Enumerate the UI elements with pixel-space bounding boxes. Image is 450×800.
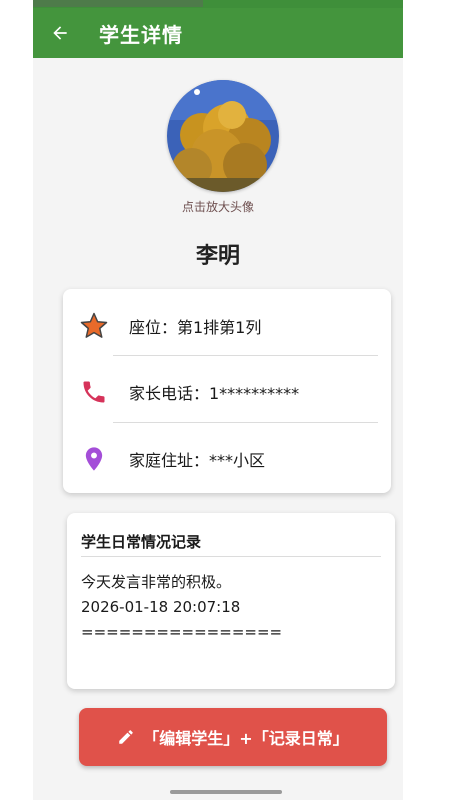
- status-bar: [33, 0, 403, 8]
- seat-row: 座位：第1排第1列: [63, 293, 391, 359]
- daily-record-card: 学生日常情况记录 今天发言非常的积极。 2026-01-18 20:07:18 …: [67, 513, 395, 689]
- page-title: 学生详情: [99, 22, 183, 47]
- info-card: 座位：第1排第1列 家长电话：1********** 家庭住址：***小区: [63, 289, 391, 493]
- avatar-zoom-hint[interactable]: 点击放大头像: [33, 198, 403, 215]
- seat-text: 座位：第1排第1列: [129, 318, 262, 337]
- parent-phone-text: 家长电话：1**********: [129, 384, 300, 403]
- phone-row[interactable]: 家长电话：1**********: [63, 359, 391, 425]
- record-separator: ================: [81, 623, 283, 641]
- divider: [113, 422, 378, 423]
- app-screen: 学生详情 点击放大头像 李明 座位：第1排第1列 家长电话：1*********…: [33, 0, 403, 800]
- action-button-label: 「编辑学生」+「记录日常」: [143, 729, 349, 748]
- back-button[interactable]: [33, 8, 87, 58]
- avatar-image: [167, 80, 279, 192]
- pencil-icon: [117, 728, 135, 746]
- app-bar: 学生详情: [33, 8, 403, 58]
- location-pin-icon: [77, 442, 111, 476]
- divider: [113, 355, 378, 356]
- student-name: 李明: [195, 244, 240, 269]
- status-bar-overlay: [33, 0, 203, 7]
- record-line: 今天发言非常的积极。: [81, 573, 232, 591]
- home-address-text: 家庭住址：***小区: [129, 451, 266, 470]
- avatar[interactable]: [167, 80, 279, 192]
- edit-and-record-button[interactable]: 「编辑学生」+「记录日常」: [79, 708, 387, 766]
- record-title: 学生日常情况记录: [81, 533, 202, 551]
- home-indicator[interactable]: [170, 790, 282, 794]
- phone-icon: [77, 375, 111, 409]
- divider: [81, 556, 381, 557]
- arrow-left-icon: [53, 26, 67, 40]
- record-timestamp: 2026-01-18 20:07:18: [81, 598, 241, 616]
- star-icon: [77, 309, 111, 343]
- address-row: 家庭住址：***小区: [63, 426, 391, 492]
